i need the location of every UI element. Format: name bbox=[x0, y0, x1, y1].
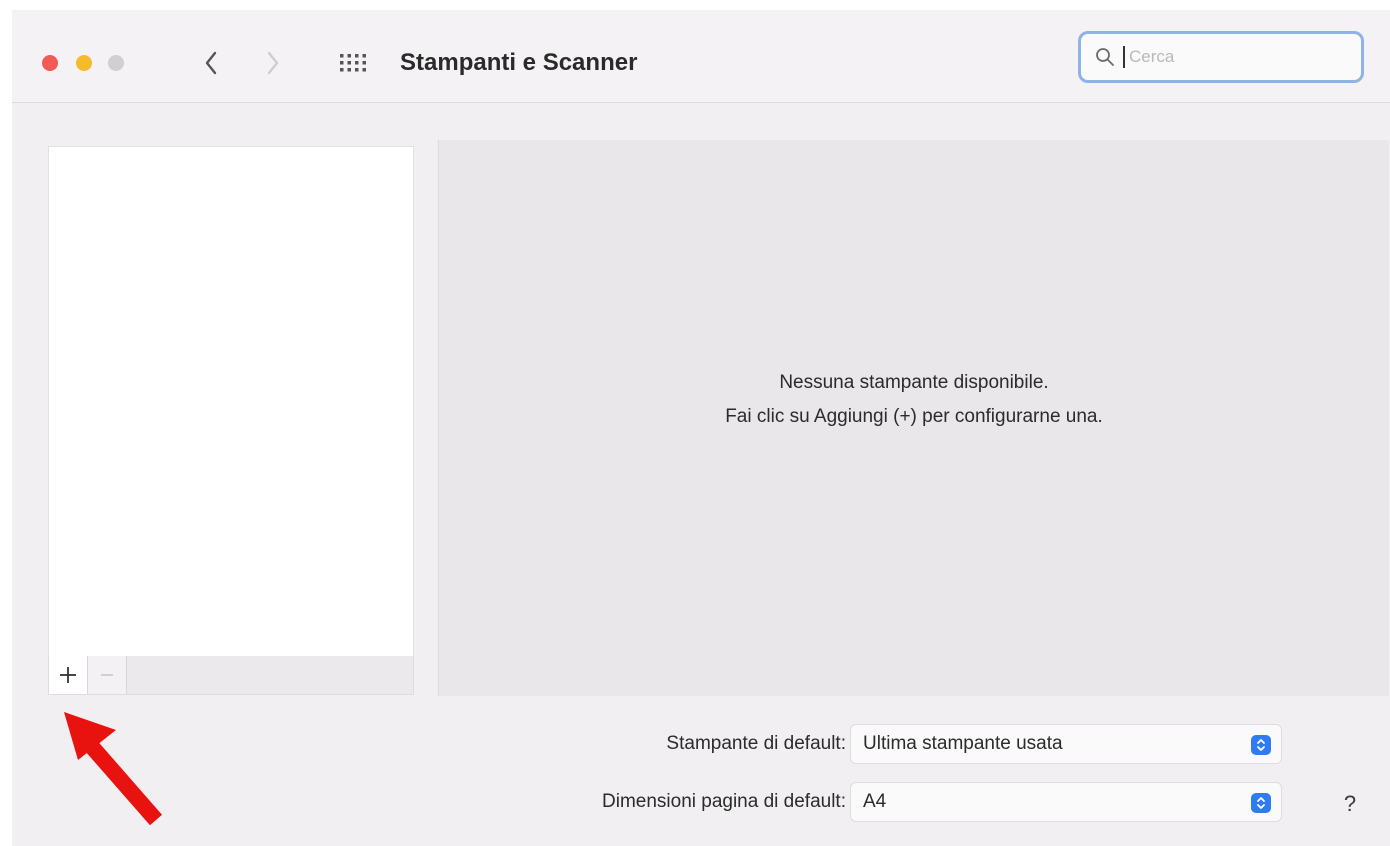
plus-icon bbox=[60, 667, 76, 683]
zoom-button[interactable] bbox=[108, 55, 124, 71]
text-caret bbox=[1123, 46, 1125, 68]
empty-state-line-2: Fai clic su Aggiungi (+) per configurarn… bbox=[725, 406, 1103, 427]
printer-detail-panel: Nessuna stampante disponibile. Fai clic … bbox=[438, 140, 1389, 696]
paper-size-label: Dimensioni pagina di default: bbox=[602, 791, 846, 812]
window-title: Stampanti e Scanner bbox=[400, 49, 638, 76]
empty-state-line-1: Nessuna stampante disponibile. bbox=[779, 372, 1049, 393]
paper-size-select[interactable]: A4 bbox=[850, 782, 1282, 822]
help-button[interactable]: ? bbox=[1336, 790, 1364, 818]
default-printer-value: Ultima stampante usata bbox=[863, 733, 1063, 754]
add-printer-button[interactable] bbox=[49, 656, 88, 694]
minus-icon bbox=[101, 674, 113, 676]
close-button[interactable] bbox=[42, 55, 58, 71]
paper-size-value: A4 bbox=[863, 791, 887, 812]
toolbar: Stampanti e Scanner bbox=[12, 10, 1390, 103]
red-arrow-icon bbox=[64, 712, 163, 826]
search-field[interactable] bbox=[1078, 31, 1364, 83]
select-stepper-icon bbox=[1251, 793, 1271, 813]
default-printer-select[interactable]: Ultima stampante usata bbox=[850, 724, 1282, 764]
preferences-window: Stampanti e Scanner Cerca Nessuna stampa… bbox=[12, 10, 1390, 846]
forward-button[interactable] bbox=[260, 46, 286, 80]
chevron-right-icon bbox=[267, 51, 279, 75]
printer-list[interactable] bbox=[48, 146, 414, 658]
minimize-button[interactable] bbox=[76, 55, 92, 71]
chevron-left-icon bbox=[205, 51, 217, 75]
show-all-button[interactable] bbox=[338, 48, 368, 78]
grid-icon bbox=[340, 54, 366, 72]
remove-printer-button[interactable] bbox=[88, 656, 127, 694]
default-printer-label: Stampante di default: bbox=[666, 733, 846, 754]
back-button[interactable] bbox=[198, 46, 224, 80]
select-stepper-icon bbox=[1251, 735, 1271, 755]
magnifier-icon bbox=[1095, 47, 1115, 67]
search-input[interactable] bbox=[1127, 46, 1331, 68]
printer-list-toolbar bbox=[48, 656, 414, 695]
empty-state-message: Nessuna stampante disponibile. Fai clic … bbox=[439, 366, 1389, 434]
